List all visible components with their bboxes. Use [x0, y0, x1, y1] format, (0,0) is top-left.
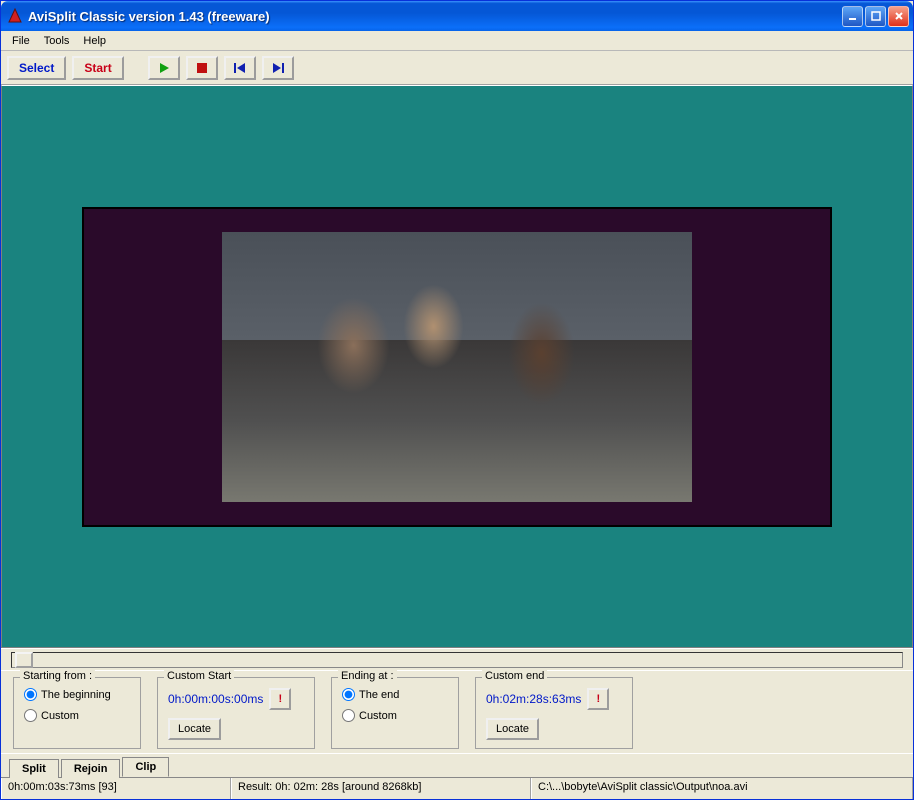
timeline-thumb[interactable]	[15, 652, 33, 668]
timeline-row	[1, 648, 913, 670]
stop-button[interactable]	[186, 56, 218, 80]
custom-end-label: Custom end	[482, 670, 547, 682]
next-frame-button[interactable]	[262, 56, 294, 80]
radio-start-custom[interactable]: Custom	[24, 709, 130, 722]
radio-the-beginning[interactable]: The beginning	[24, 688, 130, 701]
minimize-button[interactable]	[842, 6, 863, 27]
timeline-slider[interactable]	[11, 652, 903, 668]
menu-help[interactable]: Help	[76, 33, 113, 49]
ending-at-group: Ending at : The end Custom	[331, 677, 459, 749]
window-title: AviSplit Classic version 1.43 (freeware)	[28, 9, 842, 24]
custom-start-time: 0h:00m:00s:00ms	[168, 692, 263, 706]
ending-at-label: Ending at :	[338, 670, 397, 682]
video-still-image	[222, 232, 692, 502]
start-mark-button[interactable]: !	[269, 688, 291, 710]
custom-start-label: Custom Start	[164, 670, 234, 682]
custom-end-time: 0h:02m:28s:63ms	[486, 692, 581, 706]
menu-file[interactable]: File	[5, 33, 37, 49]
tab-rejoin[interactable]: Rejoin	[61, 759, 121, 778]
tabs-row: Split Rejoin Clip	[1, 753, 913, 777]
start-locate-button[interactable]: Locate	[168, 718, 221, 740]
titlebar: AviSplit Classic version 1.43 (freeware)	[1, 1, 913, 31]
clip-settings-panel: Starting from : The beginning Custom Cus…	[1, 670, 913, 753]
toolbar: Select Start	[1, 51, 913, 85]
starting-from-group: Starting from : The beginning Custom	[13, 677, 141, 749]
tab-clip[interactable]: Clip	[122, 757, 169, 777]
statusbar: 0h:00m:03s:73ms [93] Result: 0h: 02m: 28…	[1, 777, 913, 799]
prev-frame-button[interactable]	[224, 56, 256, 80]
app-window: AviSplit Classic version 1.43 (freeware)…	[0, 0, 914, 800]
menu-tools[interactable]: Tools	[37, 33, 77, 49]
end-mark-button[interactable]: !	[587, 688, 609, 710]
end-locate-button[interactable]: Locate	[486, 718, 539, 740]
tab-split[interactable]: Split	[9, 759, 59, 778]
radio-the-end[interactable]: The end	[342, 688, 448, 701]
radio-end-custom[interactable]: Custom	[342, 709, 448, 722]
app-icon	[7, 8, 23, 24]
custom-start-group: Custom Start 0h:00m:00s:00ms ! Locate	[157, 677, 315, 749]
video-frame	[82, 207, 832, 527]
close-button[interactable]	[888, 6, 909, 27]
custom-end-group: Custom end 0h:02m:28s:63ms ! Locate	[475, 677, 633, 749]
starting-from-label: Starting from :	[20, 670, 95, 682]
play-button[interactable]	[148, 56, 180, 80]
status-path: C:\...\bobyte\AviSplit classic\Output\no…	[531, 778, 913, 799]
status-result: Result: 0h: 02m: 28s [around 8268kb]	[231, 778, 531, 799]
start-button[interactable]: Start	[72, 56, 123, 80]
status-time: 0h:00m:03s:73ms [93]	[1, 778, 231, 799]
maximize-button[interactable]	[865, 6, 886, 27]
menubar: File Tools Help	[1, 31, 913, 51]
video-preview-area	[1, 85, 913, 648]
select-button[interactable]: Select	[7, 56, 66, 80]
